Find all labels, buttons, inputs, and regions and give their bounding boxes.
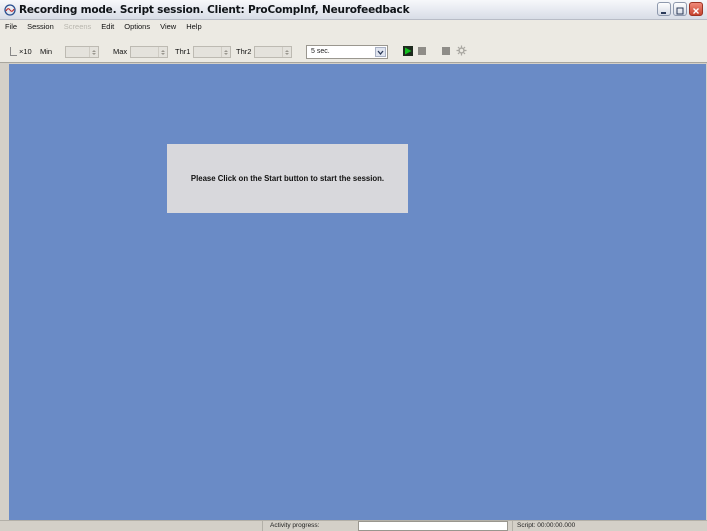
thr1-label: Thr1 (175, 47, 191, 56)
start-message: Please Click on the Start button to star… (190, 174, 385, 183)
menu-file[interactable]: File (0, 22, 22, 31)
stop-icon (417, 47, 427, 58)
toolbar: ×10 Min Max Thr1 Thr2 5 sec. (0, 33, 707, 63)
script-time-cell: Script: 00:00:00.000 (512, 521, 707, 531)
activity-label: Activity progress: (270, 522, 320, 529)
min-label: Min (40, 47, 53, 56)
close-icon (692, 0, 700, 19)
menu-options[interactable]: Options (119, 22, 155, 31)
thr1-spinner[interactable] (193, 46, 231, 58)
menu-bar: File Session Screens Edit Options View H… (0, 20, 707, 33)
max-label: Max (113, 47, 128, 56)
time-window-select[interactable]: 5 sec. (306, 45, 388, 59)
close-button[interactable] (689, 2, 703, 16)
pause-button[interactable] (441, 46, 451, 58)
x10-checkbox[interactable] (10, 47, 17, 56)
activity-label-cell: Activity progress: (262, 521, 358, 531)
status-bar: Activity progress: Script: 00:00:00.000 (0, 520, 707, 531)
thr2-spinner[interactable] (254, 46, 292, 58)
stop-button[interactable] (417, 46, 427, 58)
title-bar: Recording mode. Script session. Client: … (0, 0, 707, 20)
menu-help[interactable]: Help (181, 22, 206, 31)
settings-button[interactable] (456, 45, 467, 58)
min-spinner[interactable] (65, 46, 99, 58)
time-window-value: 5 sec. (311, 48, 330, 55)
x10-label: ×10 (19, 47, 32, 56)
max-spinner[interactable] (130, 46, 168, 58)
activity-progress-bar (358, 521, 508, 531)
chevron-down-icon (375, 47, 386, 57)
menu-screens[interactable]: Screens (59, 22, 97, 31)
play-icon (403, 46, 413, 58)
pause-icon (441, 47, 451, 58)
gear-icon (456, 45, 467, 58)
menu-edit[interactable]: Edit (96, 22, 119, 31)
start-message-panel: Please Click on the Start button to star… (167, 144, 408, 213)
thr2-label: Thr2 (236, 47, 252, 56)
menu-view[interactable]: View (155, 22, 181, 31)
menu-session[interactable]: Session (22, 22, 59, 31)
maximize-icon (676, 0, 684, 19)
maximize-button[interactable] (673, 2, 687, 16)
app-logo-icon (4, 3, 16, 16)
minimize-icon (660, 0, 668, 19)
script-time: Script: 00:00:00.000 (517, 522, 576, 529)
play-button[interactable] (403, 46, 413, 58)
session-display-area: Please Click on the Start button to star… (9, 64, 706, 520)
window-title: Recording mode. Script session. Client: … (19, 3, 410, 16)
minimize-button[interactable] (657, 2, 671, 16)
